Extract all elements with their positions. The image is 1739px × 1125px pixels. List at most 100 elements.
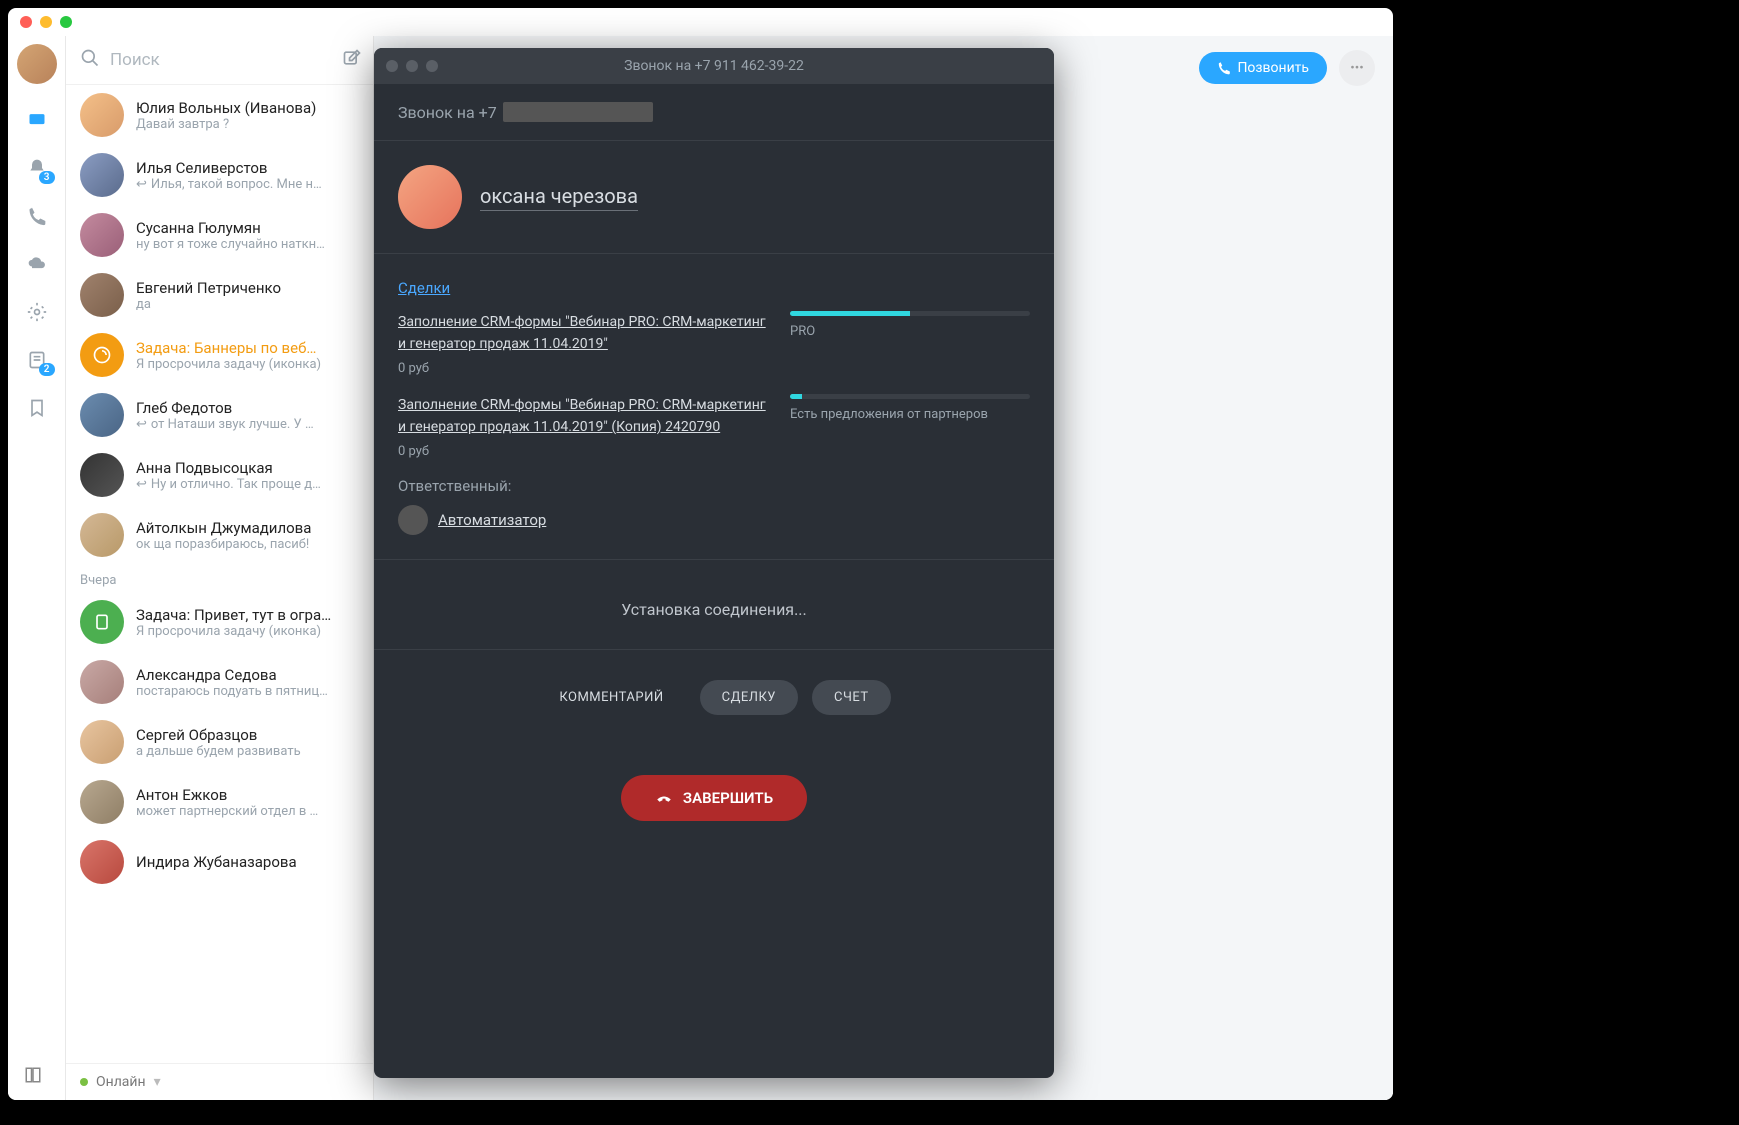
call-button[interactable]: Позвонить <box>1199 52 1327 84</box>
contact-subtitle: Я просрочила задачу (иконка) <box>136 357 359 372</box>
responsible-label: Ответственный: <box>398 477 1030 495</box>
call-window: Звонок на +7 911 462-39-22 Звонок на +7 … <box>374 48 1054 1078</box>
contact-name: Глеб Федотов <box>136 399 359 417</box>
call-window-title: Звонок на +7 911 462-39-22 <box>624 58 804 74</box>
window-close-button[interactable] <box>20 16 32 28</box>
contact-item[interactable]: Илья Селиверстов↩Илья, такой вопрос. Мне… <box>66 145 373 205</box>
invoice-button[interactable]: СЧЕТ <box>812 680 891 715</box>
contact-avatar <box>80 153 124 197</box>
deals-section: Сделки Заполнение CRM-формы "Вебинар PRO… <box>374 254 1054 560</box>
contact-name: Айтолкын Джумадилова <box>136 519 359 537</box>
contact-subtitle: ↩от Наташи звук лучше. У … <box>136 417 359 432</box>
window-maximize-button[interactable] <box>60 16 72 28</box>
notifications-badge: 3 <box>39 171 55 184</box>
caller-avatar[interactable] <box>398 165 462 229</box>
contact-name: Индира Жубаназарова <box>136 853 359 871</box>
hangup-icon <box>655 789 673 807</box>
contact-name: Сергей Образцов <box>136 726 359 744</box>
contact-avatar <box>80 840 124 884</box>
mac-titlebar <box>8 8 1393 36</box>
deal-button[interactable]: СДЕЛКУ <box>700 680 798 715</box>
contact-item[interactable]: Задача: Баннеры по веб…Я просрочила зада… <box>66 325 373 385</box>
contact-name: Антон Ежков <box>136 786 359 804</box>
contact-avatar <box>80 600 124 644</box>
contact-item[interactable]: Анна Подвысоцкая↩Ну и отлично. Так проще… <box>66 445 373 505</box>
compose-icon[interactable] <box>342 48 362 72</box>
caller-name[interactable]: оксана черезова <box>480 184 638 211</box>
search-input[interactable] <box>110 50 332 70</box>
reply-icon: ↩ <box>136 477 147 492</box>
chat-icon[interactable] <box>25 108 49 132</box>
settings-icon[interactable] <box>25 300 49 324</box>
notifications-icon[interactable]: 3 <box>25 156 49 180</box>
contact-item[interactable]: Индира Жубаназарова <box>66 832 373 892</box>
contact-subtitle: ↩Ну и отлично. Так проще д… <box>136 477 359 492</box>
comment-button[interactable]: КОММЕНТАРИЙ <box>537 680 685 715</box>
contact-subtitle: да <box>136 297 359 312</box>
contact-item[interactable]: Глеб Федотов↩от Наташи звук лучше. У … <box>66 385 373 445</box>
deal-stage: Есть предложения от партнеров <box>790 407 1030 422</box>
deal-stage: PRO <box>790 324 1030 339</box>
calls-icon[interactable] <box>25 204 49 228</box>
status-bar[interactable]: Онлайн ▾ <box>66 1063 373 1100</box>
contact-subtitle: ↩Илья, такой вопрос. Мне н… <box>136 177 359 192</box>
deal-link[interactable]: Заполнение CRM-формы "Вебинар PRO: CRM-м… <box>398 397 766 435</box>
end-call-row: ЗАВЕРШИТЬ <box>374 745 1054 841</box>
contact-avatar <box>80 453 124 497</box>
contact-item[interactable]: Сусанна Гюлумянну вот я тоже случайно на… <box>66 205 373 265</box>
reply-icon: ↩ <box>136 417 147 432</box>
contact-name: Юлия Вольных (Иванова) <box>136 99 359 117</box>
status-dot <box>80 1078 88 1086</box>
responsible-avatar[interactable] <box>398 505 428 535</box>
contact-subtitle: Я просрочила задачу (иконка) <box>136 624 359 639</box>
search-row <box>66 36 373 85</box>
deal-price: 0 руб <box>398 361 766 376</box>
notes-badge: 2 <box>39 363 55 376</box>
contact-avatar <box>80 780 124 824</box>
search-icon <box>80 48 100 72</box>
dots-icon: ••• <box>1350 61 1364 76</box>
call-window-controls[interactable] <box>386 60 438 72</box>
contact-item[interactable]: Сергей Образцова дальше будем развивать <box>66 712 373 772</box>
footer-collapse-icon[interactable] <box>24 1066 42 1088</box>
contact-name: Анна Подвысоцкая <box>136 459 359 477</box>
contact-list[interactable]: Юлия Вольных (Иванова)Давай завтра ?Илья… <box>66 85 373 1063</box>
end-call-label: ЗАВЕРШИТЬ <box>683 789 773 807</box>
deal-item: Заполнение CRM-формы "Вебинар PRO: CRM-м… <box>398 394 1030 459</box>
end-call-button[interactable]: ЗАВЕРШИТЬ <box>621 775 807 821</box>
contact-avatar <box>80 93 124 137</box>
deal-price: 0 руб <box>398 444 766 459</box>
contact-avatar <box>80 720 124 764</box>
contact-name: Александра Седова <box>136 666 359 684</box>
reply-icon: ↩ <box>136 177 147 192</box>
more-button[interactable]: ••• <box>1339 50 1375 86</box>
contact-item[interactable]: Айтолкын Джумадиловаок ща поразбираюсь, … <box>66 505 373 565</box>
left-rail: 3 2 <box>8 36 66 1100</box>
responsible-row: Автоматизатор <box>398 505 1030 535</box>
contact-item[interactable]: Евгений Петриченкода <box>66 265 373 325</box>
deal-progress <box>790 394 1030 399</box>
connecting-status: Установка соединения... <box>374 560 1054 650</box>
call-header-prefix: Звонок на +7 <box>398 103 497 122</box>
window-minimize-button[interactable] <box>40 16 52 28</box>
user-avatar[interactable] <box>17 44 57 84</box>
contact-item[interactable]: Александра Седовапостараюсь подуать в пя… <box>66 652 373 712</box>
contact-item[interactable]: Задача: Привет, тут в огра…Я просрочила … <box>66 592 373 652</box>
section-label: Вчера <box>66 565 373 592</box>
contact-item[interactable]: Юлия Вольных (Иванова)Давай завтра ? <box>66 85 373 145</box>
right-top-bar: Позвонить ••• <box>1199 50 1375 86</box>
contact-name: Евгений Петриченко <box>136 279 359 297</box>
responsible-name-link[interactable]: Автоматизатор <box>438 511 546 529</box>
chevron-down-icon: ▾ <box>154 1074 161 1090</box>
bookmark-icon[interactable] <box>25 396 49 420</box>
contact-subtitle: а дальше будем развивать <box>136 744 359 759</box>
cloud-icon[interactable] <box>25 252 49 276</box>
notes-icon[interactable]: 2 <box>25 348 49 372</box>
deal-progress <box>790 311 1030 316</box>
deal-link[interactable]: Заполнение CRM-формы "Вебинар PRO: CRM-м… <box>398 314 766 352</box>
redacted-number <box>503 102 653 122</box>
contacts-panel: Юлия Вольных (Иванова)Давай завтра ?Илья… <box>66 36 374 1100</box>
contact-name: Илья Селиверстов <box>136 159 359 177</box>
contact-item[interactable]: Антон Ежковможет партнерский отдел в … <box>66 772 373 832</box>
deals-title-link[interactable]: Сделки <box>398 279 450 297</box>
